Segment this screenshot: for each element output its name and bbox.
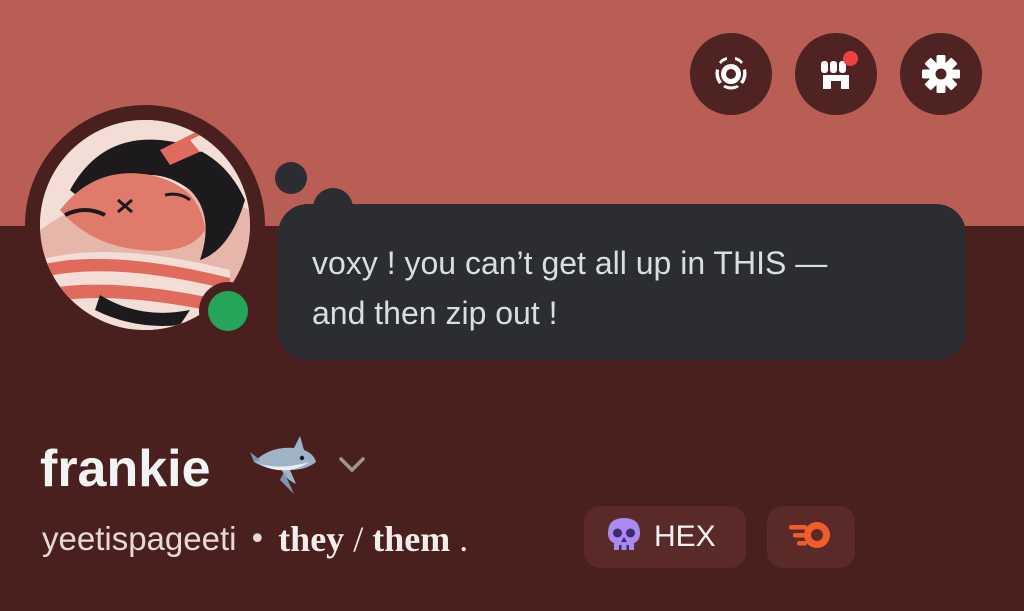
clan-tag-badge[interactable]: HEX bbox=[584, 506, 746, 568]
speed-badge[interactable] bbox=[767, 506, 855, 568]
separator: • bbox=[248, 521, 267, 557]
custom-status-line-2: and then zip out ! bbox=[312, 295, 558, 331]
online-status-indicator bbox=[208, 291, 248, 331]
pronoun-slash: / bbox=[353, 519, 364, 559]
clan-tag-label: HEX bbox=[654, 520, 716, 553]
nitro-button[interactable] bbox=[690, 33, 772, 115]
pronoun-2: them bbox=[372, 519, 451, 559]
username: yeetispageeti bbox=[42, 520, 237, 557]
gear-icon bbox=[919, 52, 963, 96]
user-info-row: yeetispageeti • they / them . bbox=[42, 514, 468, 564]
pronoun-end: . bbox=[459, 519, 469, 559]
notification-dot bbox=[843, 51, 858, 66]
thought-dot-small bbox=[275, 162, 307, 194]
skull-icon bbox=[604, 515, 644, 559]
settings-button[interactable] bbox=[900, 33, 982, 115]
display-name: frankie bbox=[40, 440, 211, 498]
custom-status-line-1: voxy ! you can’t get all up in THIS — bbox=[312, 245, 828, 281]
nitro-wreath-icon bbox=[708, 51, 754, 97]
chevron-down-icon[interactable] bbox=[337, 455, 367, 479]
pronouns: they / them . bbox=[278, 518, 468, 560]
custom-status-bubble[interactable]: voxy ! you can’t get all up in THIS — an… bbox=[278, 204, 966, 360]
shark-emoji-icon bbox=[250, 432, 320, 502]
flame-o-icon bbox=[787, 518, 835, 556]
pronoun-1: they bbox=[278, 519, 345, 559]
shop-button[interactable] bbox=[795, 33, 877, 115]
